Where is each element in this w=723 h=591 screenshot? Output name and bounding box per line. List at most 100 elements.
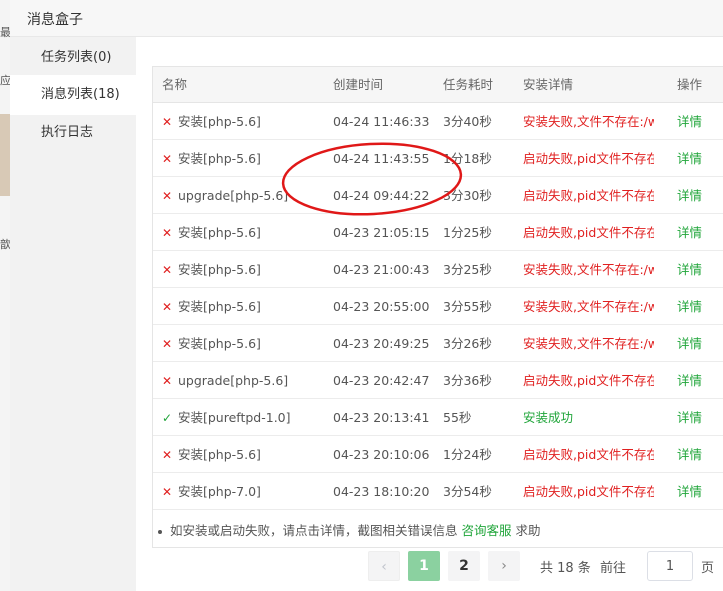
row-time: 04-23 20:55:00	[333, 299, 430, 314]
row-detail-link[interactable]: 详情	[677, 251, 717, 288]
help-tip-text: 如安装或启动失败，请点击详情，截图相关错误信息	[170, 523, 458, 538]
row-name-cell: ✕ upgrade[php-5.6]	[162, 362, 322, 399]
row-detail: 启动失败,pid文件不存在	[523, 373, 654, 388]
row-name-cell: ✕ 安装[php-5.6]	[162, 325, 322, 362]
row-name-cell: ✕ 安装[php-5.6]	[162, 251, 322, 288]
row-name: 安装[php-5.6]	[178, 114, 261, 129]
close-icon: ✕	[162, 189, 173, 203]
table-header: 名称 创建时间 任务耗时 安装详情 操作	[153, 67, 723, 103]
pagination-page-2[interactable]: 2	[448, 551, 480, 581]
pagination-goto-input[interactable]	[647, 551, 693, 581]
row-detail-link[interactable]: 详情	[677, 140, 717, 177]
annotation-ellipse	[281, 142, 463, 216]
row-duration: 3分25秒	[443, 262, 492, 277]
row-detail: 安装失败,文件不存在:/w	[523, 336, 654, 351]
row-name-cell: ✕ 安装[php-5.6]	[162, 288, 322, 325]
pagination-goto-label: 前往	[600, 561, 627, 576]
check-icon: ✓	[162, 411, 173, 425]
message-list-panel: 名称 创建时间 任务耗时 安装详情 操作 ✕ 安装[php-5.6] 04-24 1…	[136, 37, 723, 591]
row-time: 04-23 21:05:15	[333, 225, 430, 240]
sidebar-item-execution-log[interactable]: 执行日志	[10, 113, 136, 153]
row-detail-link[interactable]: 详情	[677, 177, 717, 214]
row-time: 04-23 18:10:20	[333, 484, 430, 499]
row-name: upgrade[php-5.6]	[178, 188, 289, 203]
row-duration: 3分40秒	[443, 114, 492, 129]
row-name: upgrade[php-5.6]	[178, 373, 289, 388]
row-duration: 3分26秒	[443, 336, 492, 351]
row-duration: 3分36秒	[443, 373, 492, 388]
pagination-next-button[interactable]: ›	[488, 551, 520, 581]
row-detail-link[interactable]: 详情	[677, 399, 717, 436]
row-time: 04-24 11:46:33	[333, 114, 430, 129]
pagination-prev-button[interactable]: ‹	[368, 551, 400, 581]
dialog-sidebar: 任务列表(0) 消息列表(18) 执行日志	[10, 37, 136, 591]
dialog-title: 消息盒子	[27, 12, 83, 28]
row-detail: 安装失败,文件不存在:/w	[523, 262, 654, 277]
row-name-cell: ✓ 安装[pureftpd-1.0]	[162, 399, 322, 436]
row-duration: 1分25秒	[443, 225, 492, 240]
sidebar-item-message-list[interactable]: 消息列表(18)	[10, 75, 136, 115]
table-row: ✕ upgrade[php-5.6] 04-23 20:42:47 3分36秒 启动失败…	[153, 362, 723, 399]
row-name: 安装[pureftpd-1.0]	[178, 410, 291, 425]
row-detail: 启动失败,pid文件不存在	[523, 484, 654, 499]
table-row: ✓ 安装[pureftpd-1.0] 04-23 20:13:41 55秒 安装成功 详情	[153, 399, 723, 436]
table-row: ✕ 安装[php-5.6] 04-23 20:10:06 1分24秒 启动失败,pid文…	[153, 436, 723, 473]
row-detail-link[interactable]: 详情	[677, 288, 717, 325]
chevron-left-icon: ‹	[381, 559, 387, 575]
table-row: ✕ 安装[php-5.6] 04-23 20:49:25 3分26秒 安装失败,文件不存…	[153, 325, 723, 362]
row-detail-link[interactable]: 详情	[677, 103, 717, 140]
close-icon: ✕	[162, 226, 173, 240]
row-detail-link[interactable]: 详情	[677, 436, 717, 473]
row-name-cell: ✕ 安装[php-5.6]	[162, 103, 322, 140]
customer-service-link[interactable]: 咨询客服	[462, 523, 512, 538]
bullet-icon	[158, 529, 162, 534]
row-detail: 启动失败,pid文件不存在	[523, 151, 654, 166]
close-icon: ✕	[162, 337, 173, 351]
row-detail-link[interactable]: 详情	[677, 214, 717, 251]
row-detail-link[interactable]: 详情	[677, 473, 717, 510]
pagination-page-1[interactable]: 1	[408, 551, 440, 581]
row-name: 安装[php-5.6]	[178, 336, 261, 351]
row-name: 安装[php-5.6]	[178, 225, 261, 240]
message-table: 名称 创建时间 任务耗时 安装详情 操作 ✕ 安装[php-5.6] 04-24 1…	[152, 66, 723, 548]
row-detail: 启动失败,pid文件不存在	[523, 225, 654, 240]
row-time: 04-23 20:10:06	[333, 447, 430, 462]
row-detail: 安装失败,文件不存在:/w	[523, 114, 654, 129]
close-icon: ✕	[162, 374, 173, 388]
row-detail: 安装失败,文件不存在:/w	[523, 299, 654, 314]
row-duration: 1分24秒	[443, 447, 492, 462]
row-detail-link[interactable]: 详情	[677, 362, 717, 399]
row-time: 04-23 20:13:41	[333, 410, 430, 425]
column-header-name: 名称	[162, 77, 188, 92]
close-icon: ✕	[162, 152, 173, 166]
row-name-cell: ✕ 安装[php-7.0]	[162, 473, 322, 510]
chevron-right-icon: ›	[501, 558, 507, 574]
pagination-total: 共 18 条	[540, 561, 591, 576]
row-time: 04-23 20:42:47	[333, 373, 430, 388]
row-time: 04-23 21:00:43	[333, 262, 430, 277]
row-detail-link[interactable]: 详情	[677, 325, 717, 362]
column-header-duration: 任务耗时	[443, 77, 494, 92]
background-image	[0, 114, 10, 196]
row-name: 安装[php-7.0]	[178, 484, 261, 499]
table-row: ✕ 安装[php-7.0] 04-23 18:10:20 3分54秒 启动失败,pid文…	[153, 473, 723, 510]
help-tip-suffix: 求助	[515, 523, 541, 538]
message-box-dialog: 消息盒子 任务列表(0) 消息列表(18) 执行日志 名称 创建时间 任务耗时 …	[10, 0, 723, 591]
row-detail: 启动失败,pid文件不存在	[523, 188, 654, 203]
close-icon: ✕	[162, 448, 173, 462]
row-detail: 启动失败,pid文件不存在	[523, 447, 654, 462]
row-name: 安装[php-5.6]	[178, 262, 261, 277]
background-page: 最 应 歆	[0, 0, 11, 591]
help-tip: 如安装或启动失败，请点击详情，截图相关错误信息 咨询客服 求助	[156, 520, 541, 539]
sidebar-item-task-list[interactable]: 任务列表(0)	[10, 38, 136, 78]
row-duration: 55秒	[443, 410, 472, 425]
row-name-cell: ✕ 安装[php-5.6]	[162, 436, 322, 473]
column-header-op: 操作	[677, 77, 703, 92]
row-duration: 3分55秒	[443, 299, 492, 314]
close-icon: ✕	[162, 263, 173, 277]
close-icon: ✕	[162, 115, 173, 129]
table-row: ✕ 安装[php-5.6] 04-23 20:55:00 3分55秒 安装失败,文件不存…	[153, 288, 723, 325]
row-name: 安装[php-5.6]	[178, 447, 261, 462]
table-row: ✕ 安装[php-5.6] 04-23 21:05:15 1分25秒 启动失败,pid文…	[153, 214, 723, 251]
row-name: 安装[php-5.6]	[178, 151, 261, 166]
